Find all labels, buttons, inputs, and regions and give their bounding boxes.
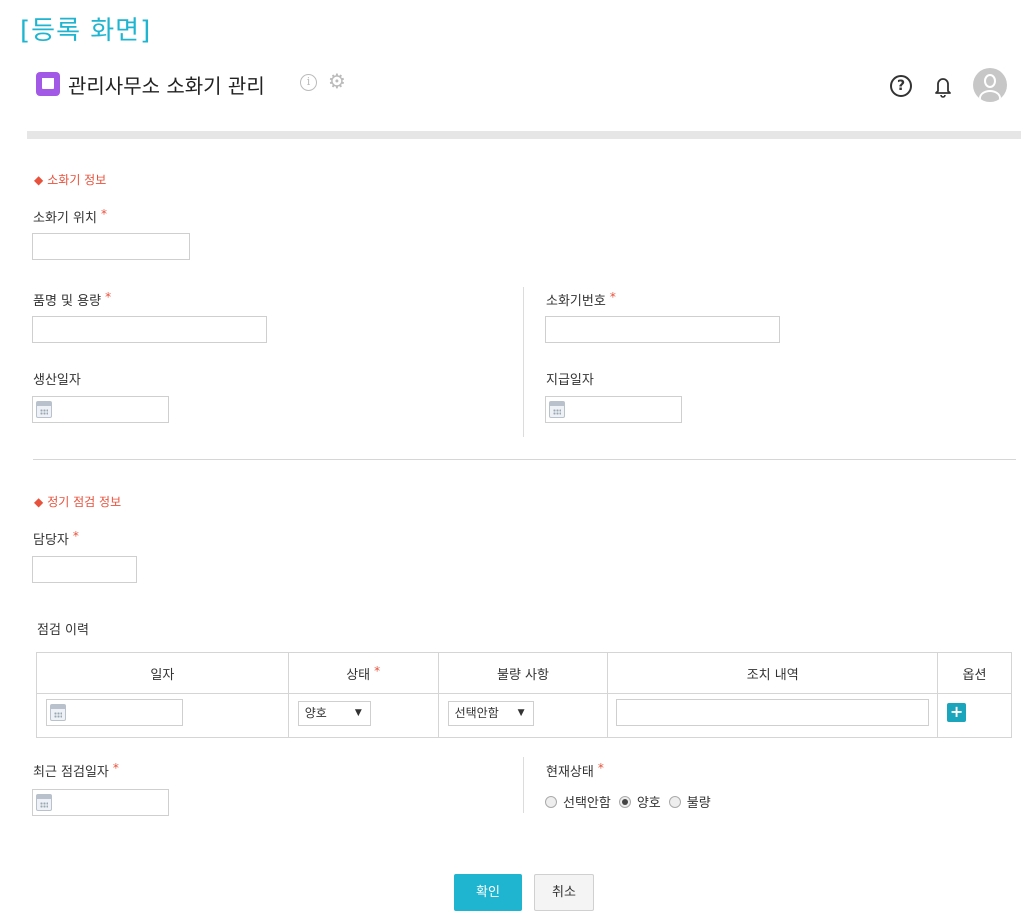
action-input[interactable] [616, 699, 930, 726]
gear-icon[interactable]: ⚙ [328, 71, 348, 91]
current-status-label: 현재상태 * [546, 761, 604, 780]
option-cell: + [937, 693, 1012, 738]
section-divider [33, 459, 1016, 460]
calendar-icon[interactable] [549, 401, 565, 418]
status-select[interactable]: 양호 ▼ [297, 701, 371, 726]
inspection-date-input[interactable] [46, 699, 183, 726]
calendar-app-icon [36, 72, 60, 96]
app-header: 관리사무소 소화기 관리 i ⚙ ? [36, 66, 1011, 106]
defect-cell: 선택안함 ▼ [437, 693, 609, 738]
extinguisher-number-label-text: 소화기번호 [546, 294, 606, 309]
location-input[interactable] [32, 233, 190, 260]
product-label: 품명 및 용량 * [33, 290, 111, 309]
column-header-date: 일자 [36, 652, 289, 694]
required-mark: * [609, 290, 616, 304]
status-cell: 양호 ▼ [287, 693, 439, 738]
table-header-row: 일자 상태 * 불량 사항 조치 내역 옵션 [36, 652, 1012, 694]
recent-inspection-date-label-text: 최근 점검일자 [33, 765, 109, 780]
location-label-text: 소화기 위치 [33, 211, 97, 226]
production-date-input[interactable] [32, 396, 169, 423]
inspection-history-table: 일자 상태 * 불량 사항 조치 내역 옵션 양호 ▼ 선택안함 ▼ + [36, 652, 1012, 738]
radio-bad-label: 불량 [686, 796, 711, 811]
column-header-option: 옵션 [937, 652, 1012, 694]
date-cell [36, 693, 289, 738]
section-title-text: 정기 점검 정보 [47, 495, 122, 509]
screen-caption: [등록 화면] [20, 16, 152, 46]
defect-select-value: 선택안함 [454, 706, 499, 720]
radio-good-label: 양호 [636, 796, 661, 811]
inspection-history-label: 점검 이력 [37, 623, 89, 638]
table-row: 양호 ▼ 선택안함 ▼ + [36, 693, 1012, 738]
required-mark: * [374, 663, 381, 678]
dropdown-arrow-icon: ▼ [517, 708, 525, 718]
required-mark: * [112, 761, 119, 775]
section-inspection-info-title: ◆ 정기 점검 정보 [34, 493, 121, 510]
location-label: 소화기 위치 * [33, 207, 107, 226]
recent-inspection-date-input[interactable] [32, 789, 169, 816]
manager-input[interactable] [32, 556, 137, 583]
manager-label: 담당자 * [33, 529, 79, 548]
production-date-label: 생산일자 [33, 373, 81, 388]
issue-date-label: 지급일자 [546, 373, 594, 388]
dropdown-arrow-icon: ▼ [354, 708, 362, 718]
calendar-icon[interactable] [50, 704, 66, 721]
radio-good[interactable] [618, 795, 631, 808]
calendar-icon[interactable] [36, 794, 52, 811]
column-header-action: 조치 내역 [607, 652, 939, 694]
calendar-icon[interactable] [36, 401, 52, 418]
bell-icon[interactable] [930, 73, 956, 99]
info-icon[interactable]: i [300, 74, 317, 91]
status-select-value: 양호 [304, 706, 327, 720]
radio-none[interactable] [545, 795, 557, 808]
radio-none-label: 선택안함 [563, 796, 611, 811]
column-divider [523, 757, 524, 813]
required-mark: * [72, 529, 79, 543]
recent-inspection-date-label: 최근 점검일자 * [33, 761, 119, 780]
product-label-text: 품명 및 용량 [33, 294, 102, 309]
defect-select[interactable]: 선택안함 ▼ [447, 701, 534, 726]
required-mark: * [105, 290, 112, 304]
column-header-defect: 불량 사항 [437, 652, 609, 694]
required-mark: * [597, 761, 604, 775]
manager-label-text: 담당자 [33, 533, 69, 548]
issue-date-input[interactable] [545, 396, 682, 423]
diamond-marker-icon: ◆ [34, 495, 44, 509]
extinguisher-number-input[interactable] [545, 316, 780, 343]
radio-bad[interactable] [668, 795, 681, 808]
current-status-label-text: 현재상태 [546, 765, 594, 780]
required-mark: * [100, 207, 107, 221]
help-icon[interactable]: ? [890, 75, 912, 97]
column-header-status: 상태 * [287, 652, 439, 694]
current-status-radio-group: 선택안함 양호 불량 [545, 792, 719, 811]
diamond-marker-icon: ◆ [34, 173, 44, 187]
app-title: 관리사무소 소화기 관리 [68, 74, 265, 98]
product-input[interactable] [32, 316, 267, 343]
user-avatar[interactable] [973, 68, 1007, 102]
action-cell [607, 693, 939, 738]
confirm-button[interactable]: 확인 [454, 874, 522, 911]
column-header-status-text: 상태 [346, 667, 371, 683]
section-title-text: 소화기 정보 [47, 173, 107, 187]
cancel-button[interactable]: 취소 [534, 874, 594, 911]
column-divider [523, 287, 524, 437]
extinguisher-number-label: 소화기번호 * [546, 290, 616, 309]
header-divider-bar [27, 131, 1021, 139]
add-row-button[interactable]: + [947, 703, 967, 722]
section-extinguisher-info-title: ◆ 소화기 정보 [34, 171, 106, 188]
